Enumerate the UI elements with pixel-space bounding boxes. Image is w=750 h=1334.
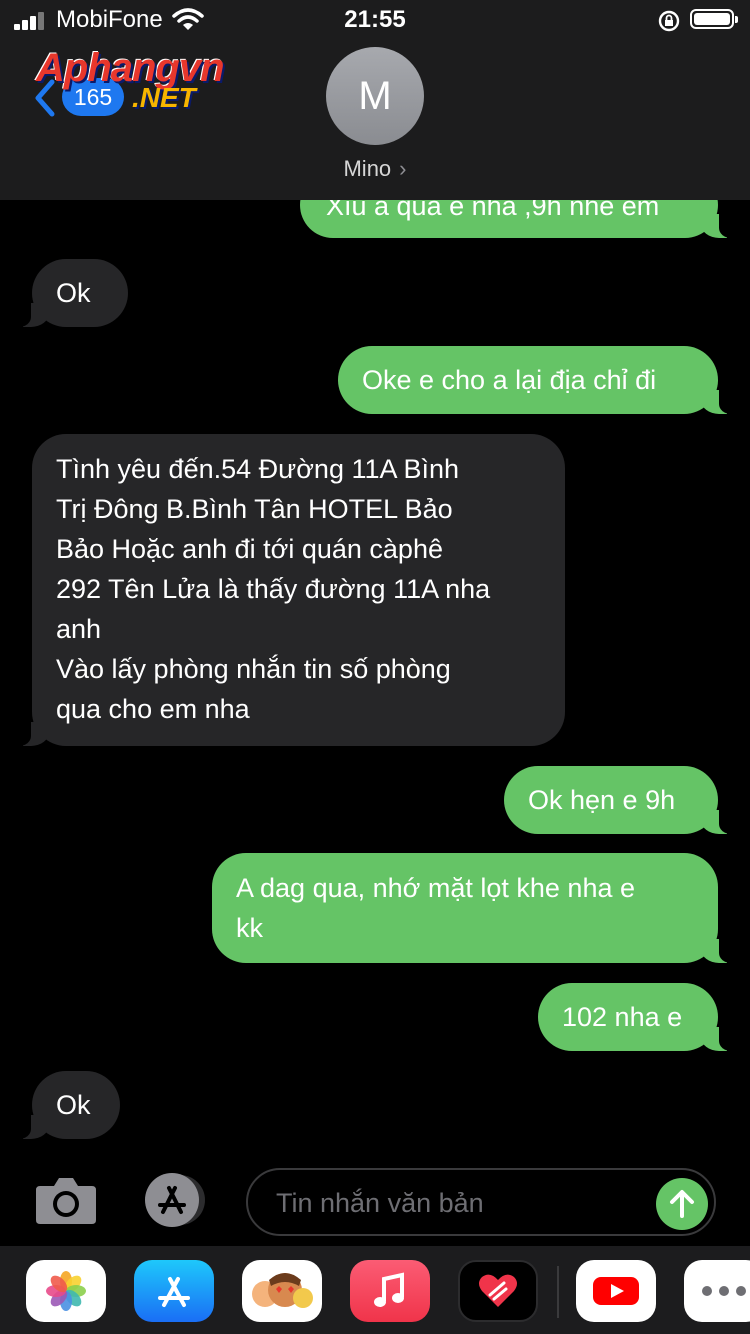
avatar-initial: M	[358, 73, 392, 118]
photos-icon	[46, 1271, 86, 1311]
message-input[interactable]	[274, 1180, 638, 1226]
music-icon	[374, 1272, 404, 1307]
photos-app-button[interactable]	[26, 1260, 106, 1322]
contact-name-button[interactable]: Mino ›	[0, 156, 750, 182]
rotation-lock-icon	[658, 10, 680, 32]
chevron-right-icon: ›	[399, 156, 407, 181]
app-store-icon	[145, 1173, 205, 1227]
logo-suffix: .NET	[132, 82, 196, 113]
more-icon	[702, 1286, 746, 1296]
message-bubble-outgoing[interactable]: Oke e cho a lại địa chỉ đi	[338, 346, 745, 414]
message-text: Ok hẹn e 9h	[528, 785, 676, 815]
app-drawer	[0, 1246, 750, 1334]
message-bubble-incoming[interactable]: Tình yêu đến.54 Đường 11A Bình Trị Đông …	[5, 434, 565, 746]
camera-icon	[36, 1178, 96, 1224]
compose-bar	[0, 1160, 750, 1246]
message-text: Ok	[56, 1090, 91, 1120]
send-button[interactable]	[656, 1178, 708, 1230]
message-bubble-incoming[interactable]: Ok	[5, 259, 128, 327]
contact-name: Mino	[343, 156, 392, 181]
unread-count-badge[interactable]: 165	[62, 78, 124, 116]
camera-button[interactable]	[34, 1174, 98, 1226]
youtube-icon	[593, 1277, 639, 1305]
message-field[interactable]	[246, 1168, 716, 1236]
message-bubble-outgoing[interactable]: 102 nha e	[538, 983, 745, 1051]
message-text: Ok	[56, 278, 91, 308]
chevron-left-icon	[35, 79, 55, 117]
app-store-icon	[158, 1277, 190, 1307]
message-text: 102 nha e	[562, 1002, 683, 1032]
drawer-divider	[557, 1266, 559, 1318]
message-text: Tình yêu đến.54 Đường 11A Bình Trị Đông …	[56, 454, 491, 724]
arrow-up-icon	[670, 1190, 694, 1218]
message-text: Oke e cho a lại địa chỉ đi	[362, 365, 657, 395]
contact-avatar[interactable]: M	[326, 47, 424, 145]
digital-touch-app-button[interactable]	[458, 1260, 538, 1322]
memoji-app-button[interactable]	[242, 1260, 322, 1322]
message-bubble-outgoing[interactable]: Ok hẹn e 9h	[504, 766, 745, 834]
message-text: A dag qua, nhớ mặt lọt khe nha e kk	[236, 873, 635, 943]
apps-button[interactable]	[140, 1172, 210, 1228]
more-apps-button[interactable]	[684, 1260, 750, 1322]
message-bubble-incoming[interactable]: Ok	[5, 1071, 120, 1139]
music-app-button[interactable]	[350, 1260, 430, 1322]
message-bubble-outgoing[interactable]: A dag qua, nhớ mặt lọt khe nha e kk	[212, 853, 745, 963]
youtube-app-button[interactable]	[576, 1260, 656, 1322]
digital-touch-icon	[479, 1274, 517, 1307]
clock: 21:55	[344, 6, 406, 33]
battery-icon	[690, 9, 738, 29]
memoji-icon	[252, 1273, 313, 1308]
status-bar: MobiFone 21:55	[0, 0, 750, 40]
app-store-app-button[interactable]	[134, 1260, 214, 1322]
